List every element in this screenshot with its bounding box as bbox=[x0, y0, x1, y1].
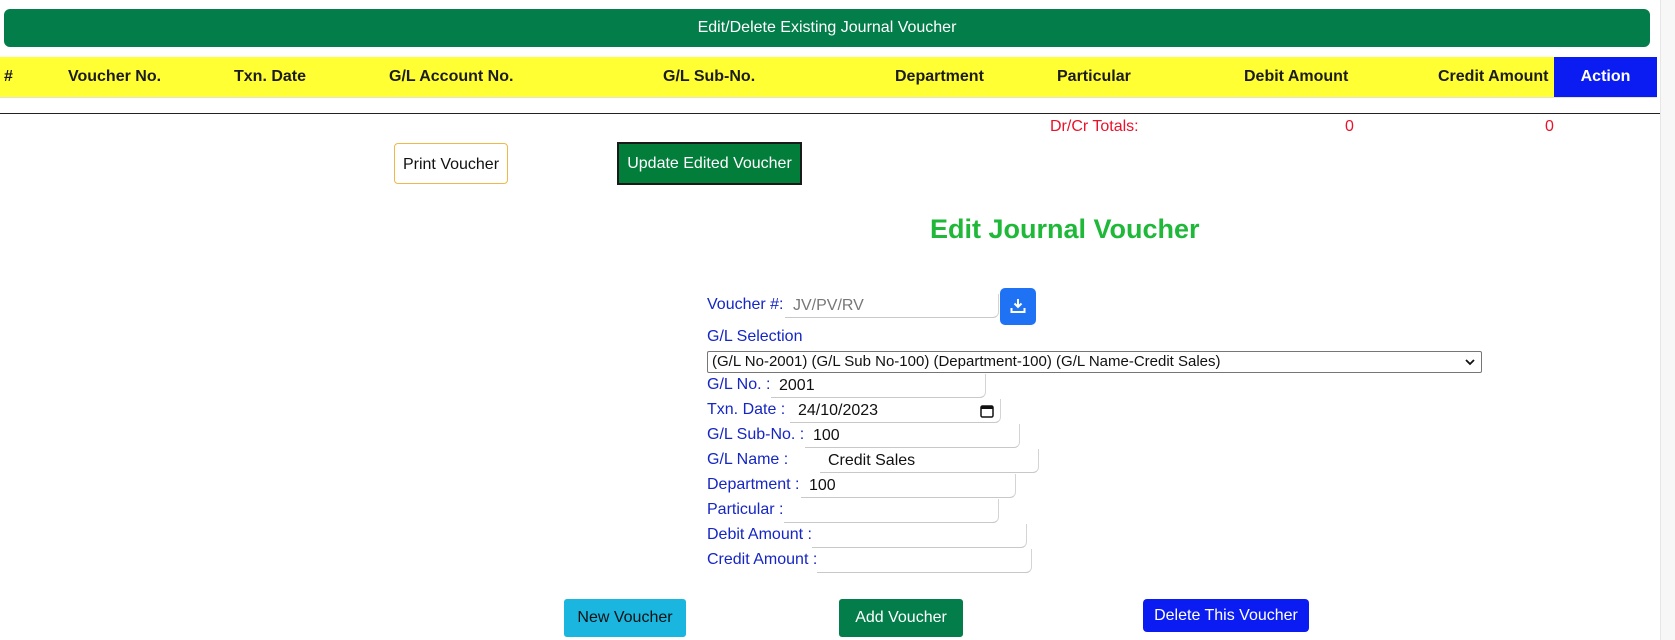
calendar-icon[interactable] bbox=[980, 404, 994, 418]
column-header-voucher-no: Voucher No. bbox=[68, 68, 162, 85]
load-voucher-button[interactable] bbox=[1000, 288, 1036, 325]
txn-date-value: 24/10/2023 bbox=[798, 402, 879, 419]
particular-input[interactable] bbox=[784, 499, 999, 523]
column-header-action: Action bbox=[1554, 57, 1657, 97]
chevron-down-icon bbox=[1465, 359, 1475, 366]
column-header-debit-amount: Debit Amount bbox=[1244, 68, 1349, 85]
column-header-gl-sub-no: G/L Sub-No. bbox=[663, 68, 756, 85]
banner-title: Edit/Delete Existing Journal Voucher bbox=[697, 19, 957, 36]
gl-no-input[interactable]: 2001 bbox=[771, 374, 986, 398]
print-voucher-button[interactable]: Print Voucher bbox=[394, 143, 508, 184]
download-icon bbox=[1010, 299, 1026, 313]
gl-sub-no-input[interactable]: 100 bbox=[805, 424, 1020, 448]
credit-total: 0 bbox=[1545, 118, 1554, 135]
gl-name-label: G/L Name : bbox=[707, 451, 789, 468]
gl-sub-no-label: G/L Sub-No. : bbox=[707, 426, 805, 443]
department-label: Department : bbox=[707, 476, 800, 493]
debit-amount-input[interactable] bbox=[812, 524, 1027, 548]
column-header-gl-account-no: G/L Account No. bbox=[389, 68, 514, 85]
debit-amount-label: Debit Amount : bbox=[707, 526, 812, 543]
credit-amount-label: Credit Amount : bbox=[707, 551, 818, 568]
page-scrollbar[interactable] bbox=[1660, 0, 1675, 640]
add-voucher-button[interactable]: Add Voucher bbox=[839, 599, 963, 637]
column-header-department: Department bbox=[895, 68, 984, 85]
debit-total: 0 bbox=[1345, 118, 1354, 135]
update-edited-voucher-button[interactable]: Update Edited Voucher bbox=[617, 142, 802, 185]
new-voucher-button[interactable]: New Voucher bbox=[564, 599, 686, 637]
totals-label: Dr/Cr Totals: bbox=[1050, 118, 1139, 135]
txn-date-label: Txn. Date : bbox=[707, 401, 786, 418]
gl-no-label: G/L No. : bbox=[707, 376, 771, 393]
gl-selection-label: G/L Selection bbox=[707, 328, 803, 345]
column-header-particular: Particular bbox=[1057, 68, 1131, 85]
column-header-credit-amount: Credit Amount bbox=[1438, 68, 1549, 85]
credit-amount-input[interactable] bbox=[817, 549, 1032, 573]
particular-label: Particular : bbox=[707, 501, 784, 518]
delete-voucher-button[interactable]: Delete This Voucher bbox=[1143, 599, 1309, 632]
department-input[interactable]: 100 bbox=[801, 474, 1016, 498]
gl-selection-value: (G/L No-2001) (G/L Sub No-100) (Departme… bbox=[712, 353, 1221, 370]
voucher-table-header: # Voucher No. Txn. Date G/L Account No. … bbox=[0, 57, 1657, 98]
table-divider bbox=[0, 113, 1660, 114]
gl-selection-dropdown[interactable]: (G/L No-2001) (G/L Sub No-100) (Departme… bbox=[707, 351, 1482, 373]
voucher-number-label: Voucher #: bbox=[707, 296, 784, 313]
txn-date-input[interactable]: 24/10/2023 bbox=[790, 399, 1001, 423]
column-header-txn-date: Txn. Date bbox=[234, 68, 307, 85]
voucher-number-input[interactable]: JV/PV/RV bbox=[785, 294, 999, 318]
column-header-index: # bbox=[4, 68, 13, 85]
form-title: Edit Journal Voucher bbox=[930, 214, 1200, 244]
page-banner: Edit/Delete Existing Journal Voucher bbox=[4, 9, 1650, 47]
gl-name-input[interactable]: Credit Sales bbox=[820, 449, 1039, 473]
